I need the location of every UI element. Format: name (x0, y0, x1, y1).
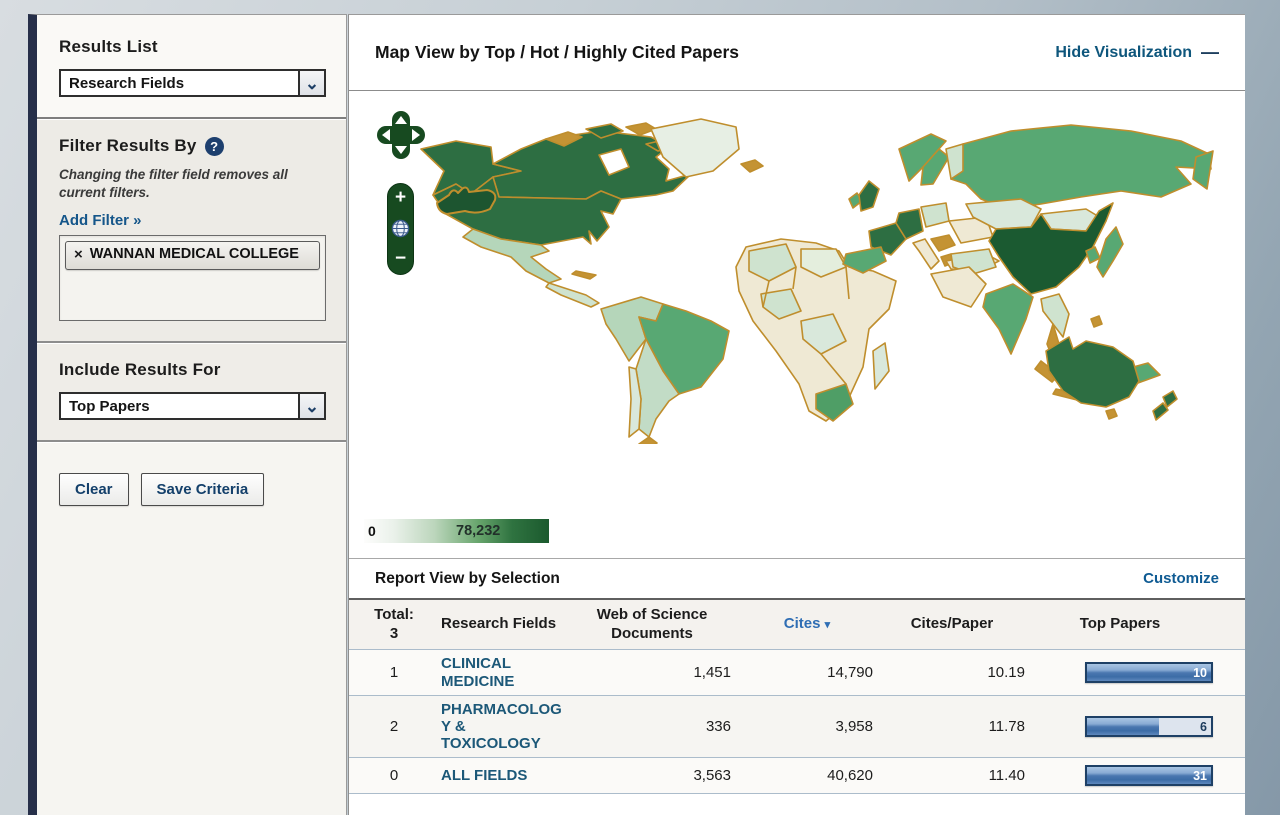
legend-min-value: 0 (368, 523, 376, 539)
clear-button[interactable]: Clear (59, 473, 129, 506)
save-criteria-button[interactable]: Save Criteria (141, 473, 265, 506)
row-rank: 2 (371, 718, 417, 735)
filter-results-section: Filter Results By ? Changing the filter … (37, 119, 346, 343)
map-region-korea[interactable] (1086, 247, 1100, 263)
total-label: Total: (371, 606, 417, 624)
sort-desc-icon: ▾ (825, 619, 831, 631)
map-region-patagonia-tip (639, 437, 657, 444)
include-results-dropdown-value: Top Papers (61, 394, 298, 418)
map-region-philippines (1091, 316, 1102, 327)
include-results-section: Include Results For Top Papers ⌄ (37, 343, 346, 442)
map-header: Map View by Top / Hot / Highly Cited Pap… (349, 15, 1245, 91)
row-documents: 3,563 (567, 767, 737, 784)
total-value: 3 (371, 625, 417, 643)
include-results-dropdown[interactable]: Top Papers ⌄ (59, 392, 326, 420)
row-cites: 14,790 (737, 664, 877, 681)
map-region-tasmania (1106, 409, 1117, 419)
documents-header[interactable]: Web of Science Documents (567, 606, 737, 643)
row-rank: 1 (371, 664, 417, 681)
help-icon[interactable]: ? (205, 137, 224, 156)
results-list-section: Results List Research Fields ⌄ (37, 15, 346, 119)
hide-visualization-label: Hide Visualization (1055, 44, 1192, 62)
table-header-row: Total: 3 Research Fields Web of Science … (349, 600, 1245, 650)
bar-value: 6 (1200, 720, 1207, 734)
filters-sidebar: Results List Research Fields ⌄ Filter Re… (28, 14, 347, 815)
top-papers-bar: 6 (1085, 716, 1213, 737)
map-zoom-control[interactable]: + − (387, 183, 414, 275)
top-papers-bar: 31 (1085, 765, 1213, 786)
zoom-out-button[interactable]: − (395, 249, 406, 268)
map-region-india[interactable] (983, 284, 1033, 354)
row-cites: 3,958 (737, 718, 877, 735)
row-cites-per-paper: 11.40 (877, 767, 1027, 784)
map-region-balkans[interactable] (931, 235, 955, 251)
report-table: Total: 3 Research Fields Web of Science … (349, 600, 1245, 794)
map-region-kamchatka (1193, 151, 1213, 189)
bar-value: 31 (1193, 769, 1207, 783)
include-results-title: Include Results For (59, 360, 326, 380)
world-map-visualization[interactable]: + − 0 78,232 (349, 91, 1245, 558)
row-rank: 0 (371, 767, 417, 784)
filter-note: Changing the filter field removes all cu… (59, 166, 326, 202)
total-header: Total: 3 (371, 606, 417, 643)
bar-value: 10 (1193, 666, 1207, 680)
world-map-svg[interactable] (416, 109, 1216, 444)
map-region-central-america[interactable] (546, 283, 599, 307)
zoom-in-button[interactable]: + (395, 188, 406, 207)
row-cites-per-paper: 11.78 (877, 718, 1027, 735)
bar-fill (1087, 718, 1159, 735)
legend-max-value: 78,232 (456, 523, 500, 539)
table-row: 2 PHARMACOLOGY & TOXICOLOGY 336 3,958 11… (349, 696, 1245, 758)
row-documents: 1,451 (567, 664, 737, 681)
map-view-title: Map View by Top / Hot / Highly Cited Pap… (375, 42, 739, 63)
results-list-dropdown-value: Research Fields (61, 71, 298, 95)
results-list-title: Results List (59, 37, 326, 57)
page: { "sidebar": { "results_list": { "title"… (0, 0, 1280, 815)
filter-chip[interactable]: × WANNAN MEDICAL COLLEGE (65, 241, 320, 270)
top-papers-header[interactable]: Top Papers (1027, 615, 1223, 633)
table-row: 0 ALL FIELDS 3,563 40,620 11.40 31 (349, 758, 1245, 794)
report-view-title: Report View by Selection (375, 570, 560, 588)
panel-bottom-space (349, 794, 1245, 815)
field-link-all-fields[interactable]: ALL FIELDS (441, 767, 567, 784)
cursor-hand-icon (435, 183, 499, 231)
chevron-down-icon[interactable]: ⌄ (298, 71, 324, 95)
add-filter-link[interactable]: Add Filter » (59, 212, 142, 229)
map-region-new-zealand-south[interactable] (1153, 403, 1168, 420)
row-cites: 40,620 (737, 767, 877, 784)
cites-per-paper-header[interactable]: Cites/Paper (877, 615, 1027, 633)
map-pan-control[interactable] (377, 111, 425, 159)
map-region-madagascar[interactable] (873, 343, 889, 389)
map-region-caribbean (572, 271, 596, 279)
research-fields-header[interactable]: Research Fields (417, 615, 567, 633)
row-documents: 336 (567, 718, 737, 735)
row-cites-per-paper: 10.19 (877, 664, 1027, 681)
report-header: Report View by Selection Customize (349, 558, 1245, 600)
filter-results-title: Filter Results By (59, 136, 197, 156)
globe-icon[interactable] (391, 219, 410, 238)
chevron-down-icon[interactable]: ⌄ (298, 394, 324, 418)
collapse-icon: — (1201, 42, 1219, 63)
map-region-japan[interactable] (1097, 227, 1123, 277)
customize-link[interactable]: Customize (1143, 570, 1219, 587)
field-link-pharmacology-toxicology[interactable]: PHARMACOLOGY & TOXICOLOGY (441, 701, 567, 753)
map-legend: 0 78,232 (364, 519, 549, 543)
actions-section: Clear Save Criteria (37, 442, 346, 815)
active-filters-box: × WANNAN MEDICAL COLLEGE (59, 235, 326, 321)
map-region-iceland[interactable] (741, 160, 763, 172)
map-region-uk[interactable] (859, 181, 879, 211)
filter-chip-label: WANNAN MEDICAL COLLEGE (90, 246, 299, 263)
cites-header-sorted[interactable]: Cites ▾ (737, 615, 877, 633)
top-papers-bar: 10 (1085, 662, 1213, 683)
remove-filter-icon[interactable]: × (74, 246, 83, 264)
table-row: 1 CLINICAL MEDICINE 1,451 14,790 10.19 1… (349, 650, 1245, 696)
map-region-russia[interactable] (951, 125, 1211, 209)
main-panel: Map View by Top / Hot / Highly Cited Pap… (348, 14, 1245, 815)
results-list-dropdown[interactable]: Research Fields ⌄ (59, 69, 326, 97)
field-link-clinical-medicine[interactable]: CLINICAL MEDICINE (441, 655, 567, 690)
hide-visualization-link[interactable]: Hide Visualization — (1055, 42, 1219, 63)
map-region-poland[interactable] (921, 203, 949, 227)
